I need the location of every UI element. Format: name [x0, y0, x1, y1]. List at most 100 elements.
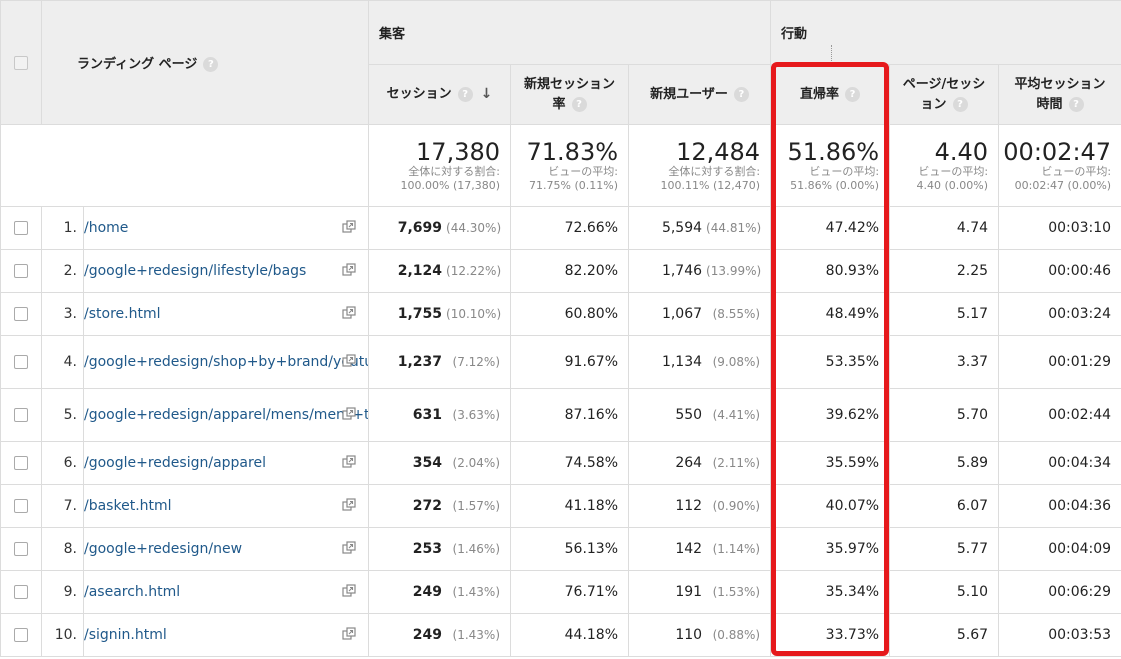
open-in-new-window-icon[interactable]	[342, 627, 356, 641]
select-all-checkbox[interactable]	[14, 55, 28, 70]
sessions-cell: 249 (1.43%)	[368, 613, 512, 657]
row-select-cell	[0, 441, 42, 485]
new-users-percent: (2.11%)	[712, 456, 761, 470]
open-in-new-window-icon[interactable]	[342, 306, 356, 320]
new-session-rate-cell: 56.13%	[510, 527, 630, 571]
table-row: 10. /signin.html 249 (1.43%) 44.18% 110 (0…	[0, 613, 1121, 657]
row-checkbox[interactable]	[14, 307, 28, 321]
new-users-value: 142	[675, 541, 703, 557]
bounce-rate-cell: 48.49%	[770, 292, 891, 336]
landing-page-header[interactable]: ランディング ページ?	[40, 0, 370, 125]
total-value: 4.40	[934, 137, 989, 166]
row-index: 6.	[41, 441, 84, 485]
sessions-cell: 249 (1.43%)	[368, 570, 512, 614]
total-sub-value: 71.75% (0.11%)	[529, 178, 619, 192]
landing-page-link[interactable]: /home	[85, 220, 324, 237]
pages-per-session-cell: 5.10	[889, 570, 1000, 614]
sessions-cell: 1,237 (7.12%)	[368, 335, 512, 389]
help-icon[interactable]: ?	[733, 86, 749, 102]
total-value: 12,484	[676, 137, 761, 166]
open-in-new-window-icon[interactable]	[342, 541, 356, 555]
bounce-rate-cell: 35.59%	[770, 441, 891, 485]
help-icon[interactable]: ?	[457, 86, 473, 102]
avg-session-duration-cell: 00:04:09	[998, 527, 1121, 571]
sessions-value: 249	[412, 627, 443, 643]
row-index: 7.	[41, 484, 84, 528]
landing-page-link[interactable]: /google+redesign/new	[85, 541, 324, 558]
help-icon[interactable]: ?	[203, 57, 219, 72]
sessions-value: 2,124	[397, 263, 443, 279]
pages-per-session-cell: 5.17	[889, 292, 1000, 336]
open-in-new-window-icon[interactable]	[342, 498, 356, 512]
landing-page-link[interactable]: /store.html	[85, 306, 324, 323]
behavior-group-header: 行動	[770, 0, 1121, 65]
new-session-rate-column-header[interactable]: 新規セッション 率?	[510, 64, 630, 125]
avg-session-duration-cell: 00:02:44	[998, 388, 1121, 442]
sessions-value: 1,237	[397, 354, 443, 370]
landing-page-link[interactable]: /basket.html	[85, 498, 324, 515]
row-checkbox[interactable]	[14, 221, 28, 235]
sessions-percent: (1.43%)	[452, 628, 501, 642]
table-row: 6. /google+redesign/apparel 354 (2.04%) 7…	[0, 441, 1121, 485]
help-icon[interactable]: ?	[1068, 96, 1084, 112]
bounce-rate-column-header[interactable]: 直帰率?	[770, 64, 891, 125]
landing-page-link[interactable]: /google+redesign/apparel	[85, 455, 324, 472]
row-checkbox[interactable]	[14, 585, 28, 599]
landing-page-cell: /google+redesign/shop+by+brand/youtube	[82, 335, 370, 389]
bounce-rate-cell: 80.93%	[770, 249, 891, 293]
avg-session-duration-header-line2: 時間	[1036, 96, 1063, 112]
open-in-new-window-icon[interactable]	[342, 263, 356, 277]
new-session-rate-cell: 44.18%	[510, 613, 630, 657]
total-avg-session-duration: 00:02:47 ビューの平均: 00:02:47 (0.00%)	[998, 124, 1121, 207]
help-icon[interactable]: ?	[952, 96, 968, 112]
new-users-value: 264	[675, 455, 703, 471]
row-checkbox[interactable]	[14, 542, 28, 556]
open-in-new-window-icon[interactable]	[342, 220, 356, 234]
row-index: 1.	[41, 206, 84, 250]
landing-page-link[interactable]: /signin.html	[85, 627, 324, 644]
sort-desc-arrow-icon[interactable]: ↓	[481, 86, 493, 102]
landing-page-link[interactable]: /asearch.html	[85, 584, 324, 601]
landing-page-link[interactable]: /google+redesign/shop+by+brand/youtube	[85, 354, 368, 371]
avg-session-duration-column-header[interactable]: 平均セッション 時間?	[998, 64, 1121, 125]
help-icon[interactable]: ?	[845, 86, 861, 102]
new-users-value: 1,746	[661, 263, 703, 279]
total-sub-label: 全体に対する割合:	[668, 164, 761, 178]
open-in-new-window-icon[interactable]	[342, 407, 356, 421]
landing-page-link[interactable]: /google+redesign/lifestyle/bags	[85, 263, 324, 280]
pages-per-session-column-header[interactable]: ページ/セッシ ョン?	[889, 64, 1000, 125]
landing-page-report-table: ランディング ページ? 集客 行動 セッション? ↓ 新規セッション 率? 新規ユ…	[0, 0, 1121, 657]
landing-page-header-label: ランディング ページ	[77, 57, 198, 72]
sessions-cell: 272 (1.57%)	[368, 484, 512, 528]
row-checkbox[interactable]	[14, 264, 28, 278]
new-users-percent: (9.08%)	[712, 355, 761, 369]
total-new-users: 12,484 全体に対する割合: 100.11% (12,470)	[628, 124, 772, 207]
row-checkbox[interactable]	[14, 499, 28, 513]
sessions-percent: (12.22%)	[446, 264, 502, 278]
sessions-column-header[interactable]: セッション? ↓	[368, 64, 512, 125]
row-index: 3.	[41, 292, 84, 336]
help-icon[interactable]: ?	[571, 96, 587, 112]
row-checkbox[interactable]	[14, 628, 28, 642]
new-session-rate-cell: 91.67%	[510, 335, 630, 389]
total-bounce-rate: 51.86% ビューの平均: 51.86% (0.00%)	[770, 124, 891, 207]
new-users-percent: (4.41%)	[712, 408, 761, 422]
pages-per-session-cell: 5.89	[889, 441, 1000, 485]
landing-page-link[interactable]: /google+redesign/apparel/mens/mens+t+shi…	[85, 407, 368, 424]
open-in-new-window-icon[interactable]	[342, 354, 356, 368]
new-session-rate-cell: 87.16%	[510, 388, 630, 442]
row-checkbox[interactable]	[14, 355, 28, 369]
new-users-cell: 5,594 (44.81%)	[628, 206, 772, 250]
open-in-new-window-icon[interactable]	[342, 584, 356, 598]
totals-label-cell	[0, 124, 370, 207]
new-users-column-header[interactable]: 新規ユーザー?	[628, 64, 772, 125]
row-checkbox[interactable]	[14, 456, 28, 470]
row-checkbox[interactable]	[14, 408, 28, 422]
sessions-percent: (7.12%)	[452, 355, 501, 369]
row-select-cell	[0, 570, 42, 614]
pages-per-session-header-line1: ページ/セッシ	[902, 76, 986, 92]
select-all-cell	[0, 0, 42, 125]
new-users-value: 112	[675, 498, 703, 514]
total-sub-value: 00:02:47 (0.00%)	[1014, 178, 1112, 192]
open-in-new-window-icon[interactable]	[342, 455, 356, 469]
